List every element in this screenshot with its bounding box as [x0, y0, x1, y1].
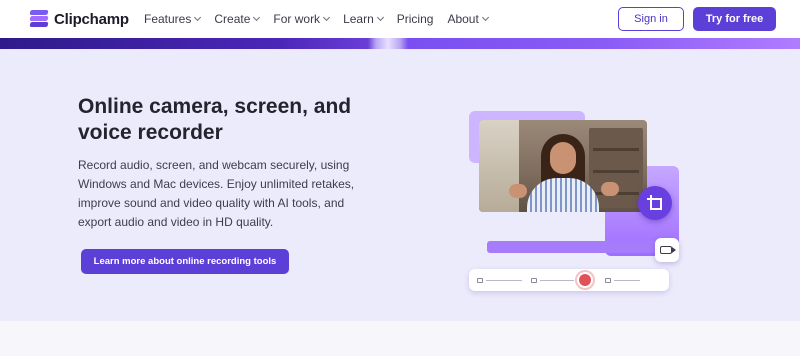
main-menu: Features Create For work Learn Pricing A…: [144, 12, 502, 26]
chevron-down-icon: [376, 13, 384, 22]
chevron-down-icon: [481, 13, 489, 22]
record-icon: [579, 274, 591, 286]
nav-item-about[interactable]: About: [447, 12, 489, 26]
nav-item-label: About: [447, 12, 479, 26]
decorative-gradient-stripe: [0, 38, 800, 49]
nav-item-label: Create: [214, 12, 251, 26]
nav-item-features[interactable]: Features: [144, 12, 202, 26]
nav-item-label: Features: [144, 12, 192, 26]
screen-source-select: [605, 277, 640, 283]
webcam-preview-image: [479, 120, 647, 212]
crop-icon: [647, 195, 663, 211]
camera-source-select: [477, 277, 522, 283]
screen-icon: [605, 277, 611, 283]
nav-item-learn[interactable]: Learn: [343, 12, 384, 26]
brand-logo[interactable]: Clipchamp: [29, 10, 129, 28]
crop-badge: [638, 186, 672, 220]
decorative-base: [487, 241, 679, 253]
record-button: [575, 270, 595, 290]
recorder-illustration: [465, 111, 685, 291]
nav-item-label: Learn: [343, 12, 374, 26]
hero-description: Record audio, screen, and webcam securel…: [78, 158, 355, 229]
recorder-controls-bar: [469, 269, 669, 291]
top-nav: Clipchamp Features Create For work Learn…: [0, 0, 800, 38]
nav-item-create[interactable]: Create: [214, 12, 261, 26]
try-for-free-button[interactable]: Try for free: [693, 7, 776, 31]
clipchamp-logo-icon: [29, 10, 49, 28]
nav-item-for-work[interactable]: For work: [273, 12, 331, 26]
hero-title: Online camera, screen, and voice recorde…: [78, 95, 352, 144]
nav-item-label: For work: [273, 12, 321, 26]
camera-badge: [655, 238, 679, 262]
next-section-band: [0, 321, 800, 356]
sign-in-button[interactable]: Sign in: [618, 7, 684, 31]
microphone-icon: [531, 277, 537, 283]
nav-item-label: Pricing: [396, 12, 434, 26]
microphone-source-select: [531, 277, 574, 283]
chevron-down-icon: [323, 13, 331, 22]
nav-item-pricing[interactable]: Pricing: [397, 12, 434, 26]
camera-icon: [477, 277, 483, 283]
learn-more-button[interactable]: Learn more about online recording tools: [81, 249, 289, 274]
hero-section: Online camera, screen, and voice recorde…: [0, 49, 800, 321]
video-camera-icon: [659, 246, 676, 254]
chevron-down-icon: [194, 13, 202, 22]
brand-name: Clipchamp: [54, 10, 129, 28]
chevron-down-icon: [253, 13, 261, 22]
